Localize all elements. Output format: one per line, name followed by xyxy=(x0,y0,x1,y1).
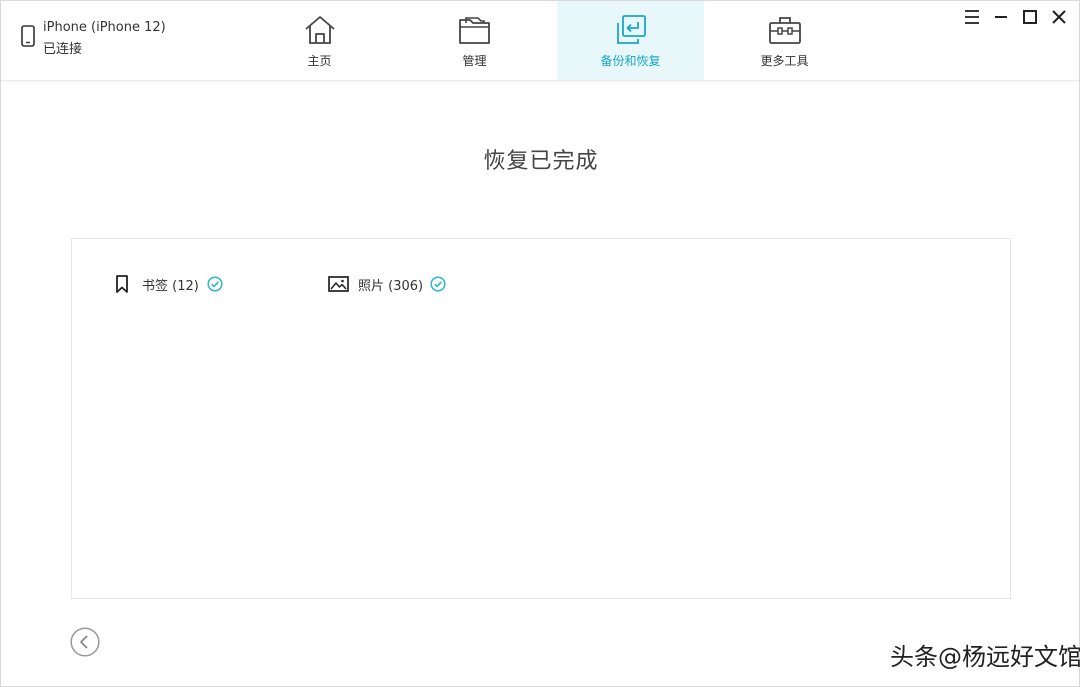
home-icon xyxy=(305,16,335,44)
back-button[interactable] xyxy=(70,627,100,657)
tab-backup-restore-label: 备份和恢复 xyxy=(600,54,661,68)
backup-restore-icon xyxy=(617,15,646,44)
tab-manage[interactable]: 管理 xyxy=(401,1,548,80)
minimize-icon xyxy=(995,16,1007,18)
tab-home[interactable]: 主页 xyxy=(246,1,393,80)
minimize-button[interactable] xyxy=(990,7,1012,27)
close-button[interactable] xyxy=(1048,7,1070,27)
restore-results-panel: 书签 (12) 照片 (306) xyxy=(71,238,1011,599)
bookmarks-label: 书签 (12) xyxy=(142,279,199,294)
watermark: 头条@杨远好文馆 xyxy=(890,643,1080,671)
tab-backup-restore[interactable]: 备份和恢复 xyxy=(557,1,704,80)
window-controls xyxy=(961,7,1073,27)
app-window: iPhone (iPhone 12) 已连接 主页 管理 备份和恢复 更多工具 … xyxy=(0,0,1080,687)
top-bar: iPhone (iPhone 12) 已连接 主页 管理 备份和恢复 更多工具 xyxy=(1,1,1079,81)
photo-icon xyxy=(328,275,349,297)
tab-more-tools-label: 更多工具 xyxy=(760,54,809,68)
page-title: 恢复已完成 xyxy=(483,149,599,174)
bookmark-icon xyxy=(115,275,129,297)
maximize-button[interactable] xyxy=(1019,7,1041,27)
back-arrow-icon xyxy=(70,627,100,657)
device-name: iPhone (iPhone 12) xyxy=(43,20,166,35)
phone-icon xyxy=(21,25,35,51)
maximize-icon xyxy=(1023,10,1037,24)
photos-label: 照片 (306) xyxy=(358,279,424,294)
device-status: 已连接 xyxy=(43,42,83,57)
tab-more-tools[interactable]: 更多工具 xyxy=(711,1,858,80)
tab-manage-label: 管理 xyxy=(462,54,487,68)
tab-home-label: 主页 xyxy=(307,54,332,68)
menu-icon xyxy=(965,10,979,24)
menu-button[interactable] xyxy=(961,7,983,27)
toolbox-icon xyxy=(769,17,801,44)
check-circle-icon xyxy=(430,276,446,296)
folder-icon xyxy=(459,17,490,44)
check-circle-icon xyxy=(207,276,223,296)
close-icon xyxy=(1052,10,1066,24)
